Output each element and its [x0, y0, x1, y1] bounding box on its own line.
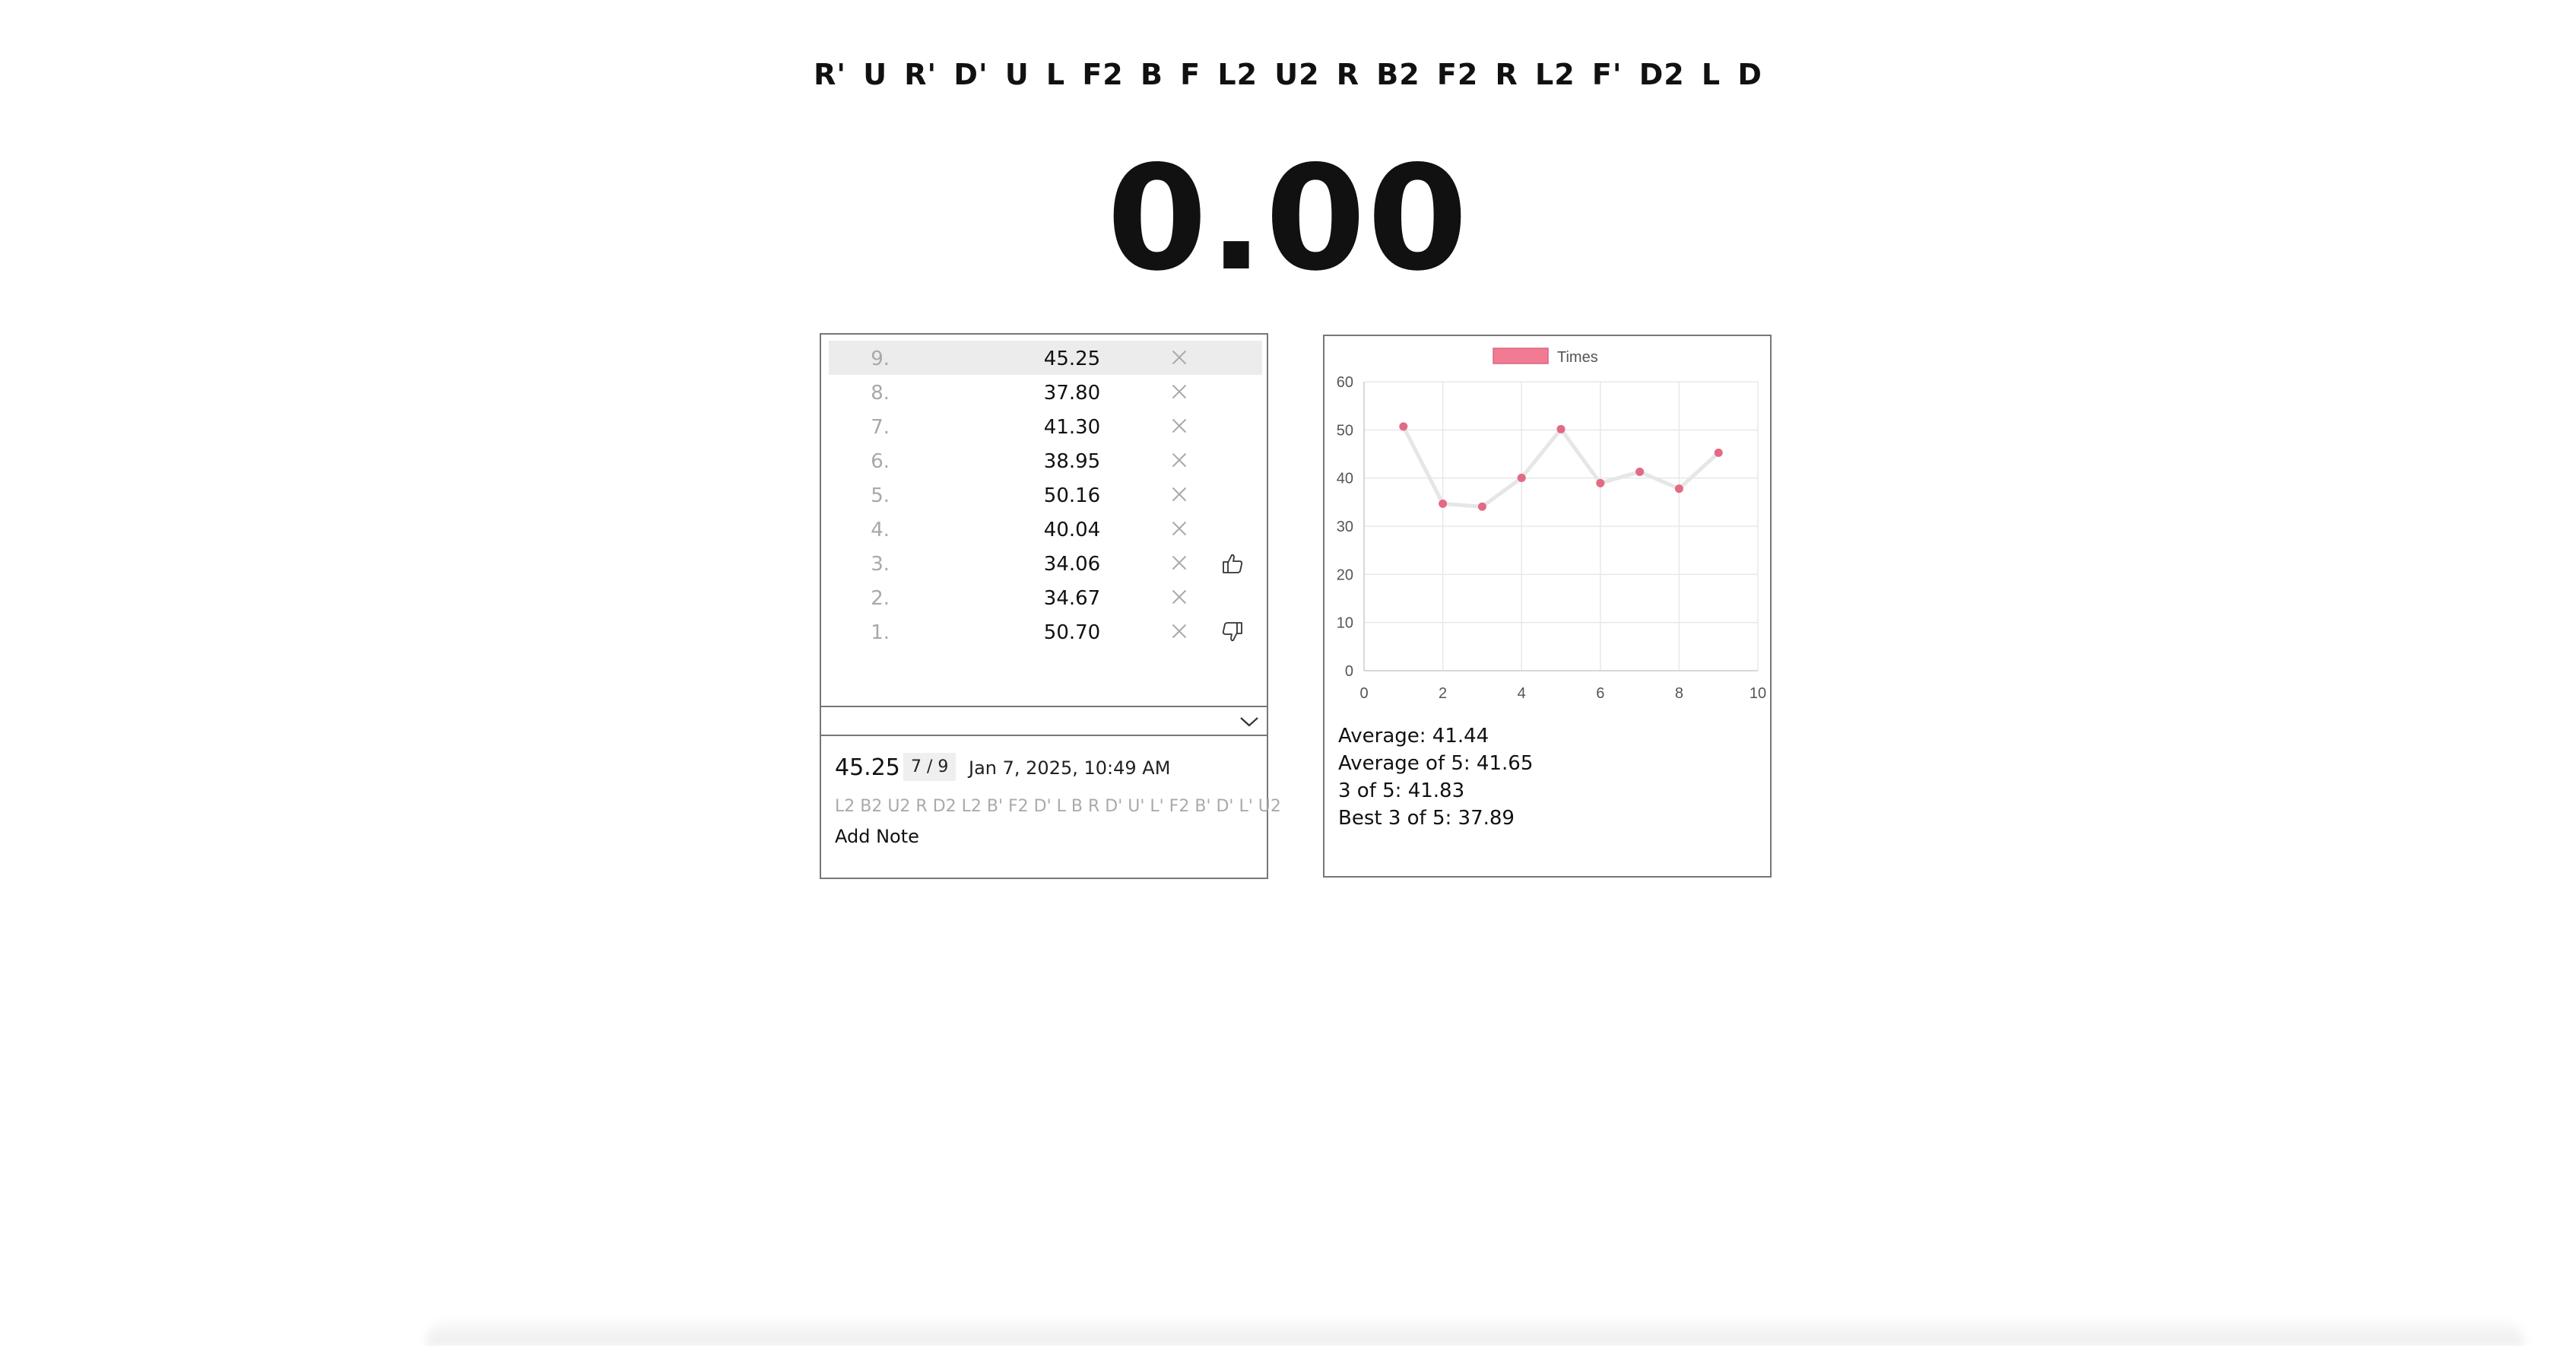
- data-point: [1517, 473, 1526, 482]
- data-point: [1596, 478, 1605, 487]
- x-tick-label: 2: [1439, 685, 1447, 702]
- detail-rank-badge: 7 / 9: [903, 753, 956, 781]
- time-value[interactable]: 38.95: [1026, 450, 1118, 473]
- stat-best-3-of-5: Best 3 of 5: 37.89: [1338, 807, 1515, 830]
- delete-icon[interactable]: [1169, 552, 1190, 573]
- detail-time: 45.25: [835, 754, 900, 781]
- times-chart: 0 10 20 30 40 50 60 0 2 4 6 8 10 Times: [1337, 348, 1766, 702]
- y-tick-label: 40: [1337, 471, 1353, 487]
- time-index: 2.: [871, 587, 890, 610]
- y-tick-label: 20: [1337, 567, 1353, 583]
- expand-bar[interactable]: [821, 706, 1267, 736]
- data-point: [1556, 424, 1566, 433]
- x-tick-label: 4: [1518, 685, 1526, 702]
- time-index: 7.: [871, 416, 890, 439]
- time-value[interactable]: 34.06: [1026, 553, 1118, 576]
- time-index: 1.: [871, 621, 890, 644]
- stat-average-of-5: Average of 5: 41.65: [1338, 752, 1534, 775]
- thumbs-up-icon[interactable]: [1220, 551, 1245, 576]
- y-tick-label: 50: [1337, 422, 1353, 439]
- detail-scramble: L2 B2 U2 R D2 L2 B' F2 D' L B R D' U' L'…: [835, 797, 1281, 816]
- time-value[interactable]: 41.30: [1026, 416, 1118, 439]
- time-value[interactable]: 45.25: [1026, 348, 1118, 370]
- data-point: [1439, 499, 1448, 508]
- times-list: 9. 45.25 8. 37.80 7. 41.30 6. 38.95 5. 50.16 4. 40.…: [829, 341, 1262, 649]
- series-line: [1401, 425, 1720, 509]
- time-index: 8.: [871, 382, 890, 405]
- delete-icon[interactable]: [1169, 347, 1190, 368]
- stat-3-of-5: 3 of 5: 41.83: [1338, 779, 1465, 802]
- delete-icon[interactable]: [1169, 518, 1190, 539]
- time-value[interactable]: 37.80: [1026, 382, 1118, 405]
- data-point: [1714, 448, 1723, 457]
- time-value[interactable]: 40.04: [1026, 519, 1118, 541]
- bottom-shadow: [426, 1316, 2524, 1346]
- data-point: [1635, 467, 1645, 476]
- chart-panel: 0 10 20 30 40 50 60 0 2 4 6 8 10 Times Average: 41.44…: [1323, 335, 1772, 878]
- time-row[interactable]: 1. 50.70: [829, 614, 1262, 649]
- add-note-link[interactable]: Add Note: [835, 826, 919, 847]
- delete-icon[interactable]: [1169, 415, 1190, 436]
- data-point: [1674, 484, 1683, 494]
- data-point: [1477, 502, 1486, 511]
- time-value[interactable]: 34.67: [1026, 587, 1118, 610]
- time-row[interactable]: 6. 38.95: [829, 443, 1262, 478]
- x-tick-label: 8: [1675, 685, 1683, 702]
- delete-icon[interactable]: [1169, 586, 1190, 608]
- thumbs-down-icon[interactable]: [1220, 620, 1245, 644]
- detail-date: Jan 7, 2025, 10:49 AM: [969, 757, 1171, 779]
- scramble-text: R' U R' D' U L F2 B F L2 U2 R B2 F2 R L2…: [814, 58, 1762, 91]
- y-tick-label: 30: [1337, 519, 1353, 535]
- times-panel: 9. 45.25 8. 37.80 7. 41.30 6. 38.95 5. 50.16 4. 40.…: [820, 333, 1281, 879]
- delete-icon[interactable]: [1169, 449, 1190, 471]
- legend-label: Times: [1557, 349, 1598, 366]
- time-index: 9.: [871, 348, 890, 370]
- y-tick-label: 60: [1337, 374, 1353, 391]
- x-tick-label: 10: [1750, 685, 1766, 702]
- time-row[interactable]: 5. 50.16: [829, 478, 1262, 512]
- delete-icon[interactable]: [1169, 381, 1190, 402]
- chevron-down-icon[interactable]: [1238, 712, 1261, 732]
- timer-display[interactable]: 0.00: [0, 135, 2576, 303]
- time-index: 3.: [871, 553, 890, 576]
- delete-icon[interactable]: [1169, 484, 1190, 505]
- time-index: 5.: [871, 484, 890, 507]
- time-row[interactable]: 8. 37.80: [829, 375, 1262, 409]
- delete-icon[interactable]: [1169, 621, 1190, 642]
- time-row[interactable]: 3. 34.06: [829, 546, 1262, 580]
- time-index: 4.: [871, 519, 890, 541]
- legend-swatch: [1493, 348, 1549, 364]
- y-tick-label: 0: [1345, 663, 1353, 680]
- stats-block: Average: 41.44 Average of 5: 41.65 3 of …: [1338, 722, 1533, 832]
- time-row[interactable]: 9. 45.25: [829, 341, 1262, 375]
- data-point: [1399, 422, 1408, 431]
- y-tick-label: 10: [1337, 615, 1353, 632]
- time-row[interactable]: 2. 34.67: [829, 580, 1262, 614]
- time-row[interactable]: 4. 40.04: [829, 512, 1262, 546]
- time-value[interactable]: 50.70: [1026, 621, 1118, 644]
- x-tick-label: 0: [1359, 685, 1368, 702]
- time-row[interactable]: 7. 41.30: [829, 409, 1262, 443]
- stat-average: Average: 41.44: [1338, 725, 1489, 748]
- x-tick-label: 6: [1596, 685, 1604, 702]
- time-index: 6.: [871, 450, 890, 473]
- time-value[interactable]: 50.16: [1026, 484, 1118, 507]
